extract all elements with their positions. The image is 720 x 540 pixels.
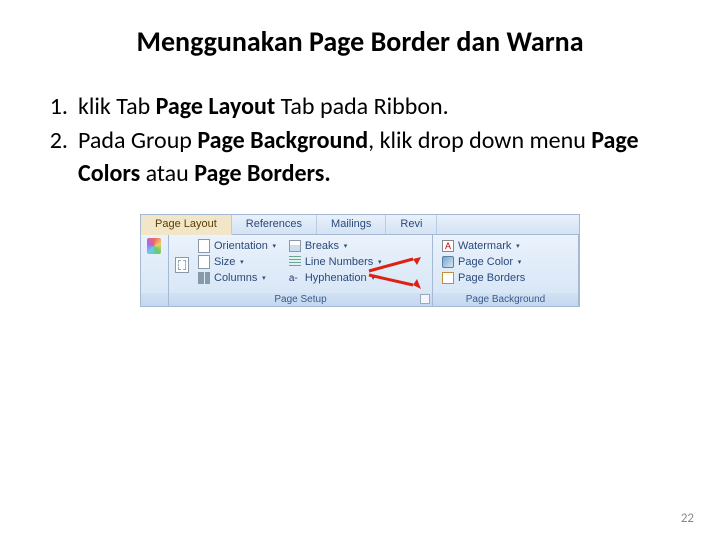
step-number: 2. <box>40 125 78 190</box>
step-text: klik Tab Page Layout Tab pada Ribbon. <box>78 91 680 123</box>
hyphenation-icon <box>288 271 302 285</box>
watermark-icon <box>441 239 455 253</box>
ribbon-screenshot: Page Layout References Mailings Revi Ori… <box>140 214 580 307</box>
page-color-button[interactable]: Page Color▾ <box>439 255 527 269</box>
step-number: 1. <box>40 91 78 123</box>
line-numbers-icon <box>288 255 302 269</box>
line-numbers-button[interactable]: Line Numbers▾ <box>286 255 385 269</box>
page-borders-button[interactable]: Page Borders <box>439 271 527 285</box>
tab-mailings[interactable]: Mailings <box>317 215 386 234</box>
group-themes-edge <box>141 235 169 306</box>
dialog-launcher-icon[interactable] <box>420 294 430 304</box>
step-1: 1. klik Tab Page Layout Tab pada Ribbon. <box>40 91 680 123</box>
page-number: 22 <box>681 511 694 526</box>
orientation-button[interactable]: Orientation▾ <box>195 239 280 253</box>
columns-button[interactable]: Columns▾ <box>195 271 280 285</box>
chevron-down-icon: ▾ <box>238 255 245 269</box>
breaks-button[interactable]: Breaks▾ <box>286 239 385 253</box>
watermark-button[interactable]: Watermark▾ <box>439 239 527 253</box>
page-title: Menggunakan Page Border dan Warna <box>0 0 720 67</box>
group-label-page-background: Page Background <box>433 293 578 306</box>
page-color-icon <box>441 255 455 269</box>
chevron-down-icon: ▾ <box>342 239 349 253</box>
size-button[interactable]: Size▾ <box>195 255 280 269</box>
group-page-setup: Orientation▾ Size▾ Columns▾ Breaks▾ Line… <box>169 235 433 306</box>
chevron-down-icon: ▾ <box>376 255 383 269</box>
instruction-list: 1. klik Tab Page Layout Tab pada Ribbon.… <box>0 67 720 200</box>
tab-review[interactable]: Revi <box>386 215 437 234</box>
orientation-icon <box>197 239 211 253</box>
tab-references[interactable]: References <box>232 215 317 234</box>
size-icon <box>197 255 211 269</box>
ribbon-tabs: Page Layout References Mailings Revi <box>141 215 579 235</box>
breaks-icon <box>288 239 302 253</box>
step-2: 2. Pada Group Page Background, klik drop… <box>40 125 680 190</box>
group-page-background: Watermark▾ Page Color▾ Page Borders Page… <box>433 235 579 306</box>
hyphenation-button[interactable]: Hyphenation▾ <box>286 271 385 285</box>
columns-icon <box>197 271 211 285</box>
margins-icon[interactable] <box>175 258 189 272</box>
chevron-down-icon: ▾ <box>370 271 377 285</box>
chevron-down-icon: ▾ <box>514 239 521 253</box>
chevron-down-icon: ▾ <box>516 255 523 269</box>
step-text: Pada Group Page Background, klik drop do… <box>78 125 680 190</box>
page-borders-icon <box>441 271 455 285</box>
group-label-page-setup: Page Setup <box>169 293 432 306</box>
tab-page-layout[interactable]: Page Layout <box>141 215 232 235</box>
themes-icon <box>147 239 161 253</box>
chevron-down-icon: ▾ <box>260 271 267 285</box>
chevron-down-icon: ▾ <box>271 239 278 253</box>
